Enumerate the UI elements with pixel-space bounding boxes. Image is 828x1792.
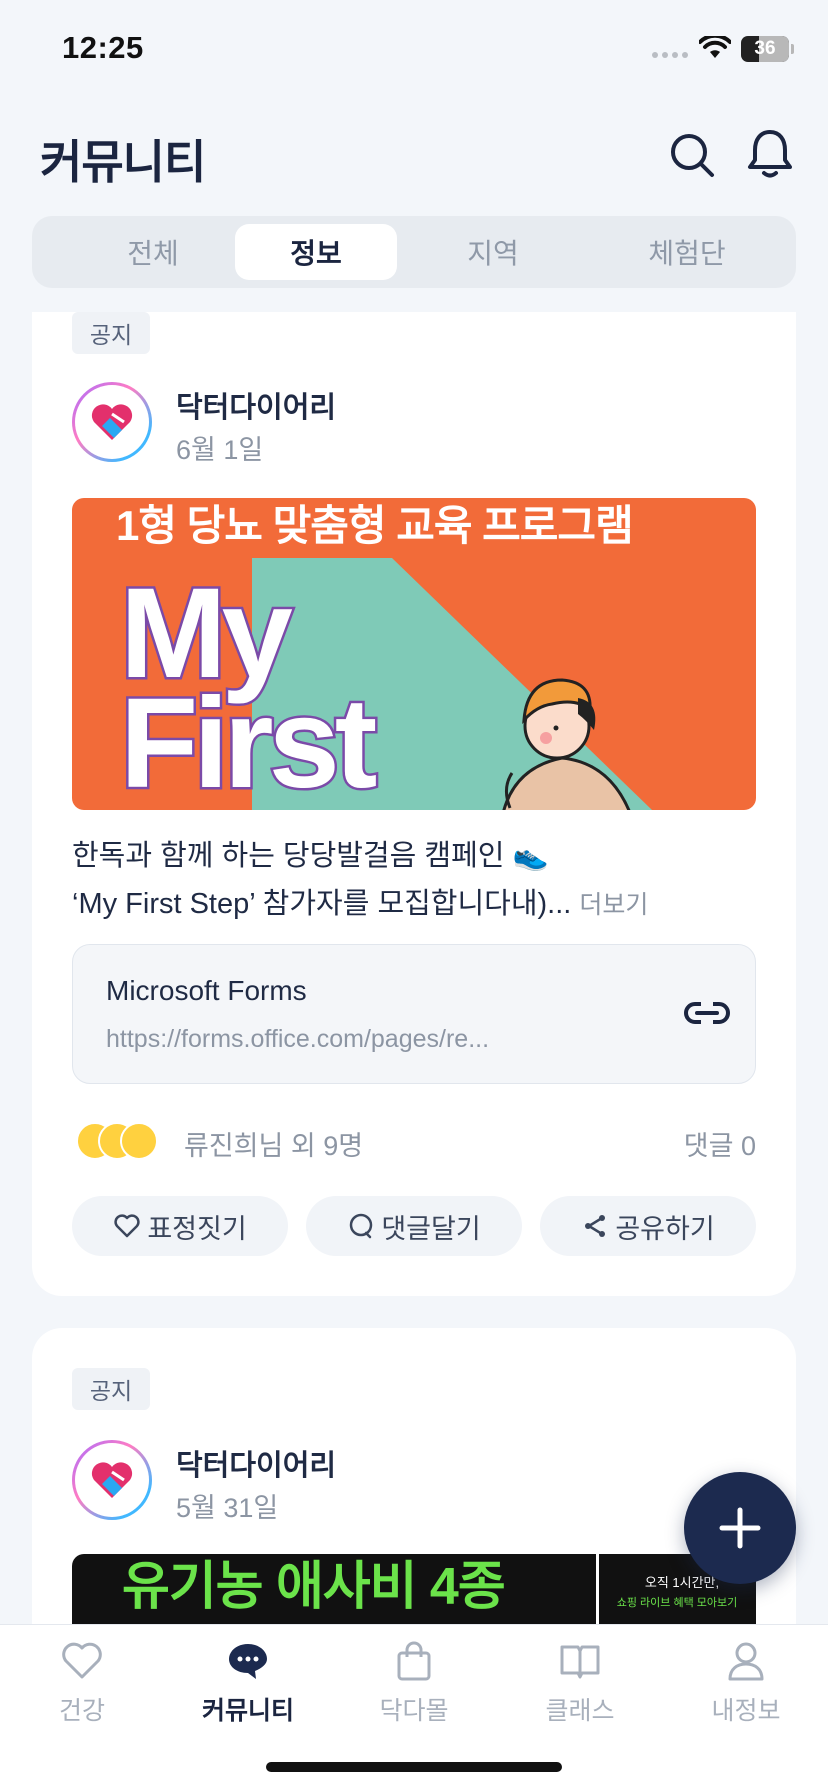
home-indicator[interactable]: [266, 1762, 562, 1772]
post-body-line1: 한독과 함께 하는 당당발걸음 캠페인: [72, 840, 505, 872]
post-banner-image[interactable]: 1형 당뇨 맞춤형 교육 프로그램 My First: [72, 498, 756, 810]
author-avatar[interactable]: [72, 382, 152, 462]
nav-label: 건강: [58, 1697, 105, 1725]
post-body-line2: ‘My First Step’ 참가자를 모집합니다내)...: [72, 888, 572, 920]
heart-logo-icon: [91, 1462, 133, 1498]
sneaker-emoji-icon: 👟: [512, 840, 549, 872]
shopping-bag-icon: [397, 1641, 431, 1681]
banner-headline: 1형 당뇨 맞춤형 교육 프로그램: [116, 502, 634, 549]
nav-item-my-info[interactable]: 내정보: [676, 1639, 816, 1727]
share-icon: [585, 1215, 606, 1237]
comment-button-label: 댓글달기: [381, 1213, 481, 1244]
status-bar: 12:25 36: [0, 0, 828, 100]
cellular-signal-icon: [652, 52, 688, 58]
nav-label: 클래스: [545, 1697, 615, 1725]
author-avatar[interactable]: [72, 1440, 152, 1520]
category-tabs: 전체 정보 지역 체험단: [32, 216, 796, 288]
link-url: https://forms.office.com/pages/re...: [106, 1025, 490, 1053]
heart-logo-icon: [91, 404, 133, 440]
link-preview-card[interactable]: Microsoft Forms https://forms.office.com…: [72, 944, 756, 1084]
battery-level: 36: [754, 38, 776, 59]
link-title: Microsoft Forms: [106, 975, 307, 1006]
comment-count[interactable]: 댓글 0: [684, 1124, 756, 1163]
read-more-link[interactable]: 더보기: [579, 891, 648, 919]
reaction-summary[interactable]: 류진희님 외 9명: [184, 1124, 363, 1163]
post-card[interactable]: 공지 닥터다이어리 6월 1일 1형 당뇨 맞춤형 교육 프로그램 My Fir…: [32, 312, 796, 1296]
banner-title-line2: First: [117, 672, 379, 810]
post-card[interactable]: 공지 닥터다이어리 5월 31일 유기농 애사비 4종 오직 1시간만, 쇼핑 …: [32, 1328, 796, 1628]
tab-region[interactable]: 지역: [412, 224, 574, 280]
user-icon: [728, 1642, 764, 1681]
battery-icon: 36: [741, 36, 789, 62]
share-button[interactable]: 공유하기: [540, 1196, 756, 1256]
create-post-button[interactable]: [684, 1472, 796, 1584]
book-icon: [560, 1645, 600, 1679]
heart-outline-icon: [114, 1214, 140, 1238]
status-time: 12:25: [62, 30, 144, 65]
reaction-emojis[interactable]: [76, 1122, 160, 1162]
comment-button[interactable]: 댓글달기: [306, 1196, 522, 1256]
post-date: 5월 31일: [176, 1493, 279, 1523]
nav-item-community[interactable]: 커뮤니티: [178, 1639, 318, 1727]
nav-label: 내정보: [711, 1697, 781, 1725]
chat-bubble-icon: [229, 1644, 267, 1679]
page-title: 커뮤니티: [40, 136, 206, 188]
tab-all[interactable]: 전체: [72, 224, 234, 280]
nav-item-mall[interactable]: 닥다몰: [344, 1639, 484, 1727]
plus-icon: [719, 1507, 761, 1549]
react-button-label: 표정짓기: [147, 1213, 247, 1244]
share-button-label: 공유하기: [615, 1213, 715, 1244]
notice-badge: 공지: [72, 312, 150, 354]
author-name[interactable]: 닥터다이어리: [176, 384, 336, 426]
heart-icon: [62, 1642, 102, 1679]
notification-bell-icon[interactable]: [746, 128, 794, 180]
tab-experience-group[interactable]: 체험단: [606, 224, 768, 280]
tab-info[interactable]: 정보: [235, 224, 397, 280]
nav-item-health[interactable]: 건강: [12, 1639, 152, 1727]
nav-label: 커뮤니티: [201, 1697, 294, 1725]
post-date: 6월 1일: [176, 435, 264, 465]
comment-bubble-icon: [350, 1213, 373, 1239]
wifi-icon: [699, 36, 731, 58]
author-name[interactable]: 닥터다이어리: [176, 1442, 336, 1484]
nav-item-class[interactable]: 클래스: [510, 1639, 650, 1727]
post-banner-image[interactable]: 유기농 애사비 4종 오직 1시간만, 쇼핑 라이브 혜택 모아보기: [72, 1554, 756, 1628]
nav-label: 닥다몰: [379, 1697, 449, 1725]
grinning-face-icon: [120, 1122, 158, 1160]
react-button[interactable]: 표정짓기: [72, 1196, 288, 1256]
banner-headline: 유기농 애사비 4종: [122, 1558, 506, 1616]
person-illustration: [502, 678, 631, 810]
post-body[interactable]: 한독과 함께 하는 당당발걸음 캠페인 👟 ‘My First Step’ 참가…: [72, 832, 762, 929]
search-icon[interactable]: [668, 131, 716, 179]
battery-cap: [791, 44, 794, 54]
banner-divider: [596, 1554, 599, 1628]
link-icon: [684, 999, 730, 1027]
banner-side-subtext: 쇼핑 라이브 혜택 모아보기: [616, 1597, 738, 1609]
notice-badge: 공지: [72, 1368, 150, 1410]
